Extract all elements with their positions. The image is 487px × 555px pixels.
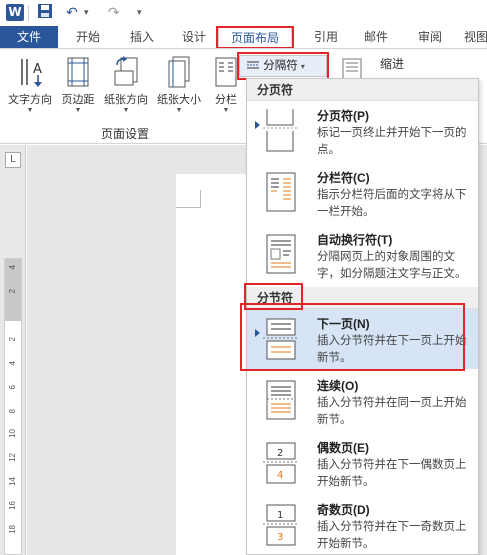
tab-page-layout[interactable]: 页面布局	[218, 26, 292, 49]
tab-insert[interactable]: 插入	[118, 26, 166, 49]
chevron-down-icon: ▼	[122, 107, 130, 114]
menu-item-desc: 插入分节符并在同一页上开始新节。	[317, 397, 467, 426]
column-break-icon	[263, 169, 299, 215]
svg-text:3: 3	[277, 532, 283, 543]
svg-text:A: A	[33, 62, 42, 77]
breaks-button[interactable]: 分隔符 ▾	[239, 55, 327, 77]
text-wrapping-icon	[263, 231, 299, 277]
save-icon[interactable]	[37, 3, 53, 23]
page-break-icon	[263, 107, 299, 153]
undo-dropdown-icon[interactable]: ▾	[84, 3, 89, 23]
tab-references[interactable]: 引用	[302, 26, 350, 49]
menu-item-title: 分页符(P)	[317, 109, 369, 123]
redo-icon[interactable]: ↷	[108, 3, 120, 23]
tab-review[interactable]: 审阅	[406, 26, 454, 49]
text-direction-icon: A	[16, 55, 44, 89]
ruler-number: 18	[8, 525, 17, 534]
margins-button[interactable]: 页边距 ▼	[58, 53, 98, 117]
menu-item-title: 偶数页(E)	[317, 441, 369, 455]
word-app-icon: W	[6, 4, 24, 21]
margin-corner-mark	[200, 190, 201, 208]
menu-item-title: 连续(O)	[317, 379, 359, 393]
odd-page-icon: 1 3	[263, 501, 299, 547]
columns-label: 分栏	[215, 94, 237, 106]
text-direction-button[interactable]: A 文字方向 ▼	[4, 53, 56, 117]
menu-item-even-page[interactable]: 2 4 偶数页(E) 插入分节符并在下一偶数页上开始新节。	[247, 433, 478, 493]
ruler-number: 4	[8, 361, 17, 366]
ruler-number: 16	[8, 501, 17, 510]
svg-text:1: 1	[277, 510, 283, 521]
right-scroll-area	[478, 145, 487, 555]
page-breaks-header: 分页符	[247, 79, 478, 101]
text-direction-label: 文字方向	[8, 94, 52, 106]
menu-item-desc: 指示分栏符后面的文字将从下一栏开始。	[317, 189, 467, 218]
orientation-icon	[112, 55, 140, 89]
vertical-ruler: 4 2 2 4 6 8 10 12 14 16 18	[4, 258, 22, 555]
menu-item-text-wrapping[interactable]: 自动换行符(T) 分隔网页上的对象周围的文字，如分隔题注文字与正文。	[247, 225, 478, 285]
chevron-down-icon: ▼	[26, 107, 34, 114]
menu-item-odd-page[interactable]: 1 3 奇数页(D) 插入分节符并在下一奇数页上开始新节。	[247, 495, 478, 555]
orientation-button[interactable]: 纸张方向 ▼	[100, 53, 152, 117]
customize-qat-icon[interactable]: ▾	[137, 3, 142, 23]
next-page-icon	[263, 315, 299, 361]
tab-view[interactable]: 视图	[456, 26, 487, 49]
continuous-icon	[263, 377, 299, 423]
pointer-icon	[255, 121, 260, 129]
undo-icon[interactable]: ↶	[66, 3, 78, 23]
page-setup-group-label: 页面设置	[100, 127, 149, 141]
margins-icon	[64, 55, 92, 89]
ruler-number: 2	[8, 337, 17, 342]
paper-size-label: 纸张大小	[157, 94, 201, 106]
indent-label: 缩进	[380, 57, 405, 71]
ruler-number: 4	[8, 265, 17, 270]
menu-item-title: 分栏符(C)	[317, 171, 370, 185]
breaks-icon	[246, 58, 260, 72]
ruler-number: 6	[8, 385, 17, 390]
ruler-number: 12	[8, 453, 17, 462]
paper-size-button[interactable]: 纸张大小 ▼	[152, 53, 206, 117]
menu-item-desc: 插入分节符并在下一奇数页上开始新节。	[317, 521, 467, 550]
ruler-number: 10	[8, 429, 17, 438]
menu-item-desc: 标记一页终止并开始下一页的点。	[317, 127, 467, 156]
menu-item-continuous[interactable]: 连续(O) 插入分节符并在同一页上开始新节。	[247, 371, 478, 431]
quick-access-toolbar: W ↶ ▾ ↷ ▾	[0, 0, 487, 26]
menu-item-desc: 插入分节符并在下一偶数页上开始新节。	[317, 459, 467, 488]
even-page-icon: 2 4	[263, 439, 299, 485]
menu-item-next-page[interactable]: 下一页(N) 插入分节符并在下一页上开始新节。	[247, 309, 478, 369]
ribbon-tabs: 文件 开始 插入 设计 页面布局 引用 邮件 审阅 视图	[0, 26, 487, 49]
chevron-down-icon: ▼	[222, 107, 230, 114]
tab-home[interactable]: 开始	[64, 26, 112, 49]
chevron-down-icon: ▾	[300, 62, 305, 71]
columns-icon	[212, 55, 240, 89]
menu-item-desc: 分隔网页上的对象周围的文字，如分隔题注文字与正文。	[317, 251, 467, 280]
menu-item-title: 奇数页(D)	[317, 503, 370, 517]
tab-mailings[interactable]: 邮件	[352, 26, 400, 49]
breaks-label: 分隔符	[263, 60, 298, 72]
svg-text:2: 2	[277, 448, 283, 459]
svg-text:4: 4	[277, 470, 283, 481]
menu-item-desc: 插入分节符并在下一页上开始新节。	[317, 335, 467, 364]
columns-button[interactable]: 分栏 ▼	[210, 53, 242, 117]
margin-corner-mark	[176, 207, 200, 208]
section-breaks-header: 分节符	[247, 287, 478, 309]
orientation-label: 纸张方向	[104, 94, 148, 106]
menu-item-title: 下一页(N)	[317, 317, 370, 331]
ruler-number: 2	[8, 289, 17, 294]
tab-design[interactable]: 设计	[170, 26, 218, 49]
tab-file[interactable]: 文件	[0, 26, 58, 49]
paper-size-icon	[165, 55, 193, 89]
menu-item-title: 自动换行符(T)	[317, 233, 393, 247]
breaks-dropdown-menu: 分页符 分页符(P) 标记一页终止并开始下一页的点。 分栏符(C) 指示分栏符后…	[246, 78, 479, 555]
chevron-down-icon: ▼	[175, 107, 183, 114]
tab-stop-selector[interactable]: L	[5, 152, 21, 168]
ruler-number: 14	[8, 477, 17, 486]
ruler-number: 8	[8, 409, 17, 414]
menu-item-page-break[interactable]: 分页符(P) 标记一页终止并开始下一页的点。	[247, 101, 478, 161]
menu-item-column-break[interactable]: 分栏符(C) 指示分栏符后面的文字将从下一栏开始。	[247, 163, 478, 223]
qat-separator	[28, 5, 29, 21]
margins-label: 页边距	[61, 94, 95, 106]
chevron-down-icon: ▼	[74, 107, 82, 114]
document-page[interactable]	[176, 174, 256, 555]
pointer-icon	[255, 329, 260, 337]
